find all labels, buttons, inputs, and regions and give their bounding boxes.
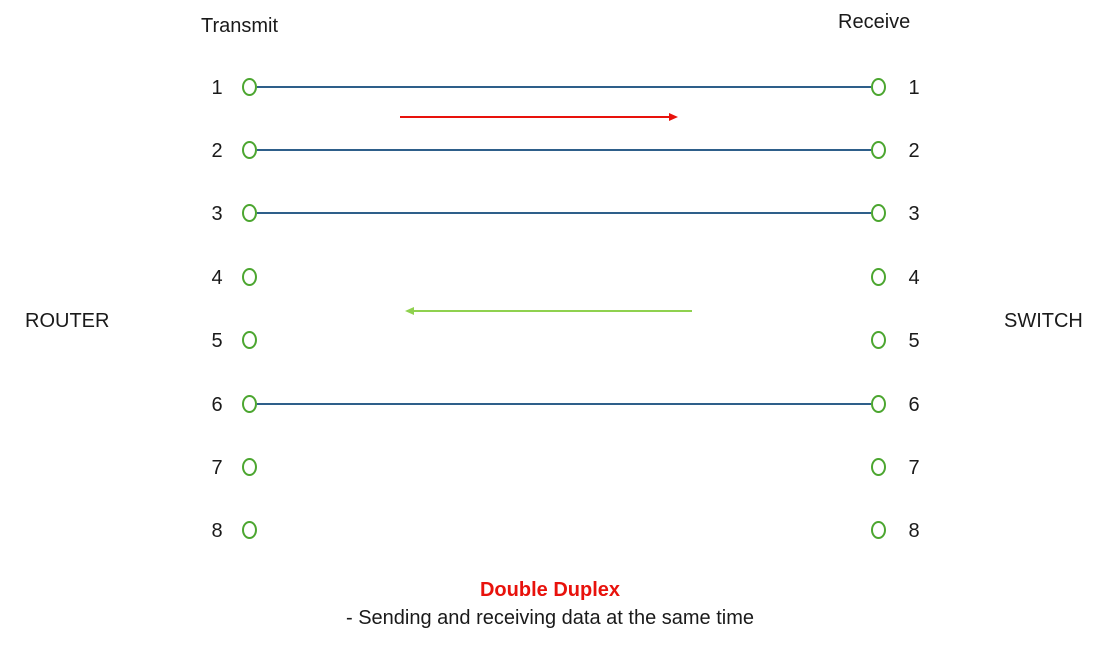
arrow-head [669, 113, 678, 121]
arrow-head [405, 307, 414, 315]
signal-arrows [400, 113, 692, 315]
receive-arrow [405, 307, 692, 315]
transmit-arrow [400, 113, 678, 121]
